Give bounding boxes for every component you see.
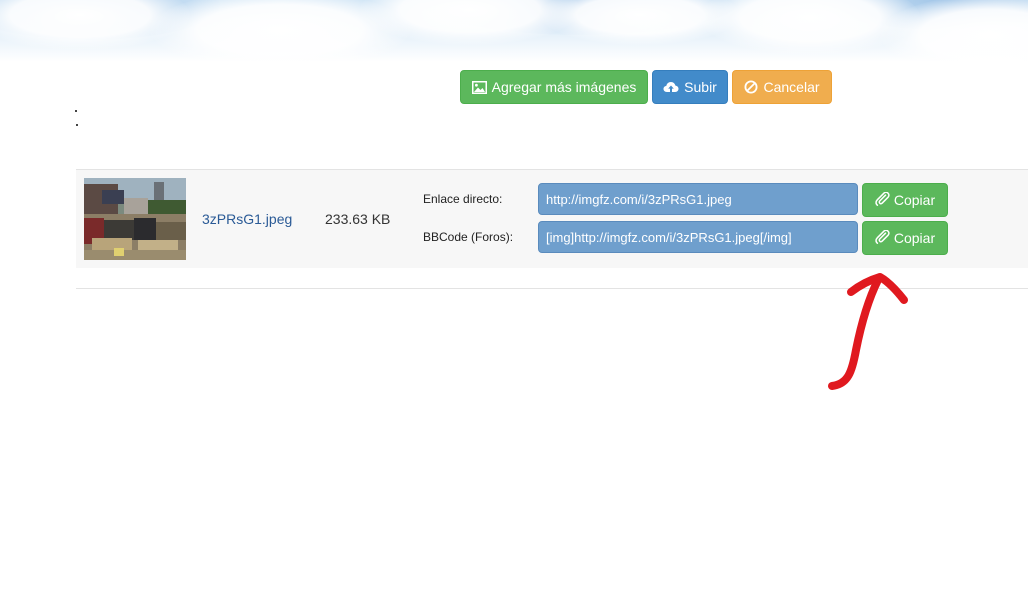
copy-label: Copiar [893,192,936,208]
upload-label: Subir [684,79,717,95]
cloud-upload-icon [663,81,679,94]
image-icon [471,80,487,94]
cancel-label: Cancelar [763,79,820,95]
paperclip-icon [875,191,890,209]
cancel-button[interactable]: Cancelar [732,70,832,104]
stray-dot [75,110,77,112]
cloud-header-banner [0,0,1028,62]
bbcode-label: BBCode (Foros): [423,230,514,244]
file-size: 233.63 KB [325,211,391,227]
image-thumbnail[interactable] [84,178,186,260]
ban-icon [744,80,758,94]
add-more-images-button[interactable]: Agregar más imágenes [460,70,648,104]
direct-link-field[interactable]: http://imgfz.com/i/3zPRsG1.jpeg [538,183,858,215]
uploaded-file-row: 3zPRsG1.jpeg 233.63 KB Enlace directo: h… [76,170,1028,268]
copy-direct-link-button[interactable]: Copiar [862,183,948,217]
copy-label: Copiar [893,230,936,246]
stray-dot [76,124,78,126]
copy-bbcode-button[interactable]: Copiar [862,221,948,255]
direct-link-label: Enlace directo: [423,192,503,206]
add-more-images-label: Agregar más imágenes [491,79,637,95]
list-bottom-divider [76,288,1028,289]
paperclip-icon [875,229,890,247]
bbcode-field[interactable]: [img]http://imgfz.com/i/3zPRsG1.jpeg[/im… [538,221,858,253]
upload-button[interactable]: Subir [652,70,728,104]
file-name: 3zPRsG1.jpeg [202,211,293,227]
